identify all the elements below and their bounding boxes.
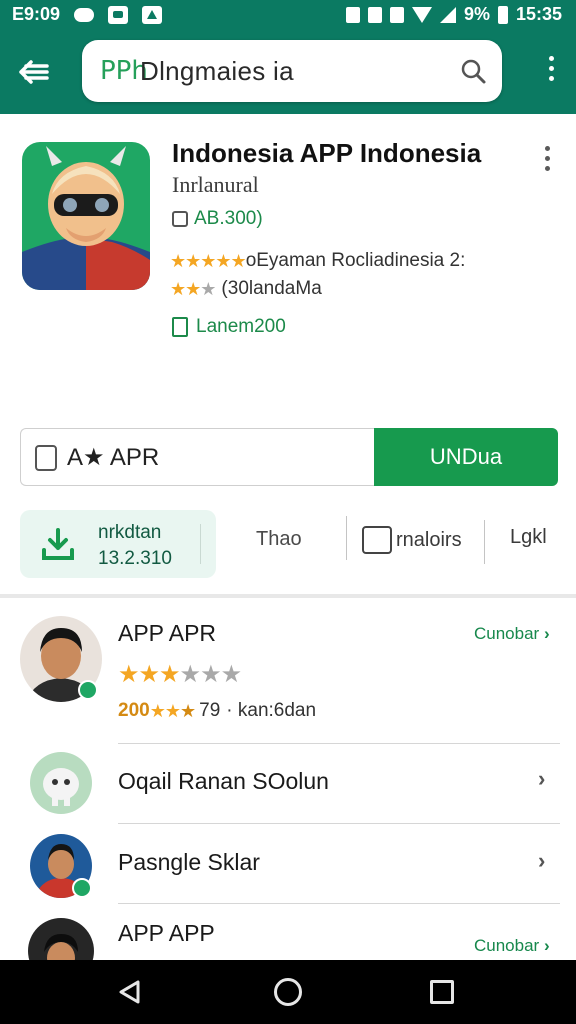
status-bar: E9:09 9% 15:35 [0,0,576,30]
row-divider [118,743,560,744]
chevron-right-icon[interactable]: › [538,848,545,874]
download-link-label: Cunobar [474,624,540,643]
install-field[interactable]: A★ APR [20,428,376,486]
price-text: AB.300) [194,208,263,229]
star-rating-small-icon: ★★★ [149,700,196,721]
rating-row: ★★★★★ oEyaman Rocliadinesia 2: [170,250,465,272]
meta-text: · kan:6dan [226,700,317,721]
list-item-meta: 200 ★★★ 79 · kan:6dan [118,700,316,722]
cloud-icon [74,7,95,22]
download-link[interactable]: Cunobar › [474,624,550,644]
install-button[interactable]: UNDua [374,428,558,486]
vibrate-icon [389,6,404,23]
wifi-icon [411,6,432,23]
message-icon [108,5,129,24]
section-divider [0,594,576,598]
app-developer[interactable]: Inrlanural [172,172,259,198]
list-item-title[interactable]: APP APR [118,620,216,647]
navigation-bar [0,960,576,1024]
nav-back-icon[interactable] [116,978,144,1006]
robot-icon [43,768,79,806]
location-icon [367,6,382,23]
status-time-left: E9:09 [12,4,61,24]
chat-bubble-icon [362,526,392,554]
rating-row-secondary: ★★★ (30landaMa [170,278,322,300]
install-field-text: A★ APR [67,444,160,471]
row-divider [118,903,560,904]
price-tag-icon [172,211,188,227]
meta-number: 200 [118,700,150,721]
download-count: 13.2.310 [98,548,172,569]
star-rating-icon: ★★★★★★ [118,661,242,688]
app-bar: PPh Dlngmaies ia [0,30,576,114]
chevron-right-icon[interactable]: › [538,766,545,792]
nav-recents-icon[interactable] [430,980,454,1004]
overflow-menu-icon[interactable] [546,56,556,90]
tab-messages[interactable]: rnaloirs [362,526,462,554]
list-item-title[interactable]: Pasngle Sklar [118,849,260,876]
divider [200,524,201,564]
tab-tao[interactable]: Thao [256,528,302,551]
tab-messages-label: rnaloirs [396,528,462,551]
status-left: E9:09 [12,4,163,25]
search-input[interactable]: PPh Dlngmaies ia [82,40,502,102]
search-icon[interactable] [458,56,488,86]
chevron-right-icon: › [543,936,550,955]
battery-percent: 9% [463,4,490,24]
download-link-label: Cunobar [474,936,540,955]
app-size: Lanem200 [172,316,286,338]
status-time-right: 15:35 [515,4,562,24]
app-icon-illustration [22,146,150,290]
app-icon [22,142,150,290]
download-card[interactable]: nrkdtan 13.2.310 [20,510,216,578]
divider [484,520,485,564]
arrow-left-icon [19,60,49,84]
tab-link[interactable]: Lgkl [510,526,547,549]
list-item-title[interactable]: APP APP [118,920,215,947]
search-query: Dlngmaies ia [140,56,294,86]
verified-badge-icon [72,878,92,898]
list-item-title[interactable]: Oqail Ranan SOolun [118,768,329,795]
meta-rating: 79 [199,700,221,721]
rating-text-2: (30landaMa [221,278,322,299]
star-rating-small-icon: ★★★ [170,278,216,299]
nfc-icon [345,6,360,23]
chevron-right-icon: › [543,624,550,643]
tab-link-label: Lgkl [510,526,547,548]
avatar[interactable] [30,752,92,814]
rating-text-1: oEyaman Rocliadinesia 2: [245,250,466,271]
download-link[interactable]: Cunobar › [474,936,550,956]
image-icon [142,5,163,24]
document-icon [35,445,57,471]
nav-home-icon[interactable] [274,978,302,1006]
status-right: 9% 15:35 [345,4,562,25]
verified-badge-icon [78,680,98,700]
star-rating-icon: ★★★★★ [170,250,247,271]
size-text: Lanem200 [196,316,286,337]
back-arrow-icon[interactable] [16,54,52,90]
divider [346,516,347,560]
app-title: Indonesia APP Indonesia [172,138,482,168]
signal-icon [439,6,456,23]
battery-icon [497,5,508,24]
file-icon [172,317,188,337]
app-price: AB.300) [172,208,263,230]
download-icon [42,528,74,560]
download-label: nrkdtan [98,522,162,543]
more-options-icon[interactable] [542,146,552,180]
row-divider [118,823,560,824]
